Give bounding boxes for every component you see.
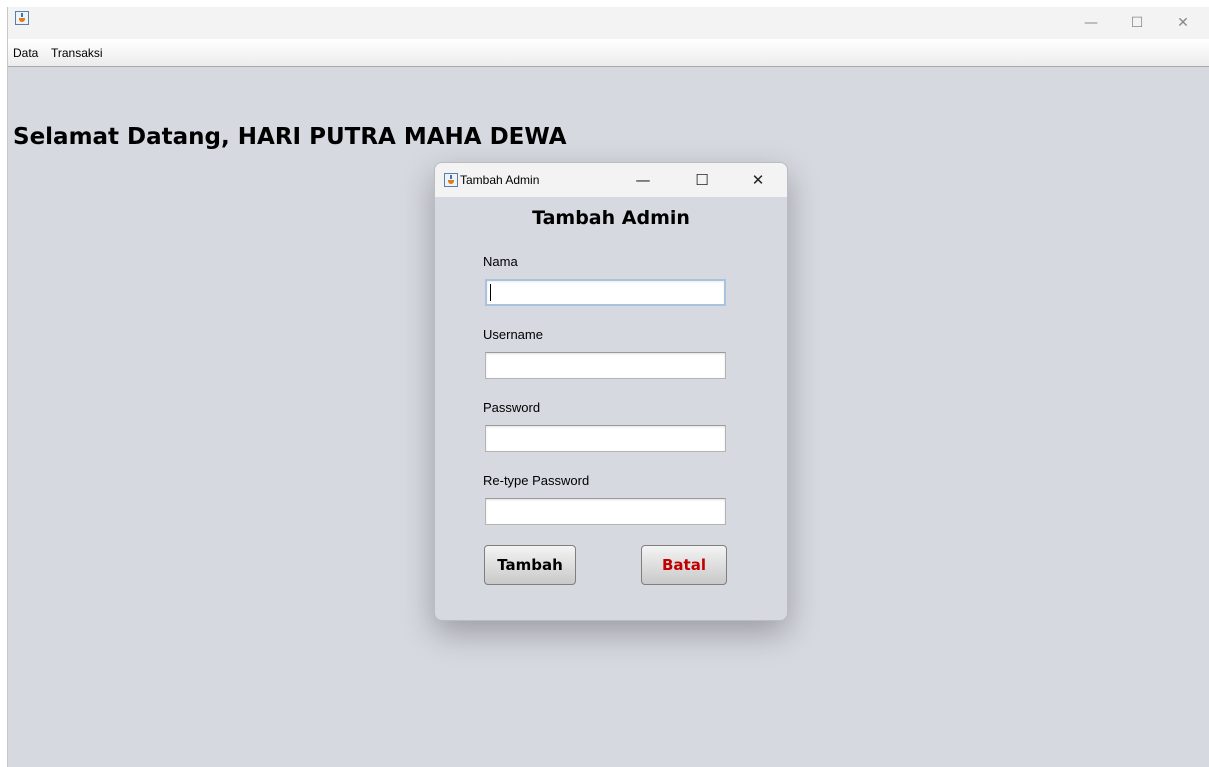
java-app-icon[interactable] xyxy=(15,11,29,25)
menu-transaksi[interactable]: Transaksi xyxy=(51,46,103,60)
dialog-maximize-button[interactable]: ☐ xyxy=(682,163,722,197)
retype-password-label: Re-type Password xyxy=(483,473,590,488)
welcome-heading: Selamat Datang, HARI PUTRA MAHA DEWA xyxy=(13,124,567,150)
dialog-close-button[interactable]: ✕ xyxy=(738,163,778,197)
tambah-admin-dialog: Tambah Admin — ☐ ✕ Tambah Admin Nama Use… xyxy=(434,162,788,621)
dialog-window-title: Tambah Admin xyxy=(460,173,540,187)
minimize-button[interactable]: — xyxy=(1068,7,1114,39)
username-label: Username xyxy=(483,327,543,342)
nama-label: Nama xyxy=(483,254,518,269)
tambah-button[interactable]: Tambah xyxy=(484,545,576,585)
nama-input[interactable] xyxy=(485,279,726,306)
batal-button[interactable]: Batal xyxy=(641,545,727,585)
menu-data[interactable]: Data xyxy=(13,46,38,60)
password-input[interactable] xyxy=(485,425,726,452)
text-caret xyxy=(490,284,491,301)
dialog-titlebar[interactable]: Tambah Admin — ☐ ✕ xyxy=(435,163,787,197)
password-label: Password xyxy=(483,400,541,415)
java-app-icon[interactable] xyxy=(444,173,458,187)
menu-bar: Data Transaksi xyxy=(8,39,1209,67)
username-input[interactable] xyxy=(485,352,726,379)
maximize-button[interactable]: ☐ xyxy=(1114,7,1160,39)
close-button[interactable]: ✕ xyxy=(1160,7,1206,39)
form-title: Tambah Admin xyxy=(532,207,690,229)
retype-password-input[interactable] xyxy=(485,498,726,525)
dialog-minimize-button[interactable]: — xyxy=(623,163,663,197)
main-titlebar[interactable]: — ☐ ✕ xyxy=(8,7,1209,39)
